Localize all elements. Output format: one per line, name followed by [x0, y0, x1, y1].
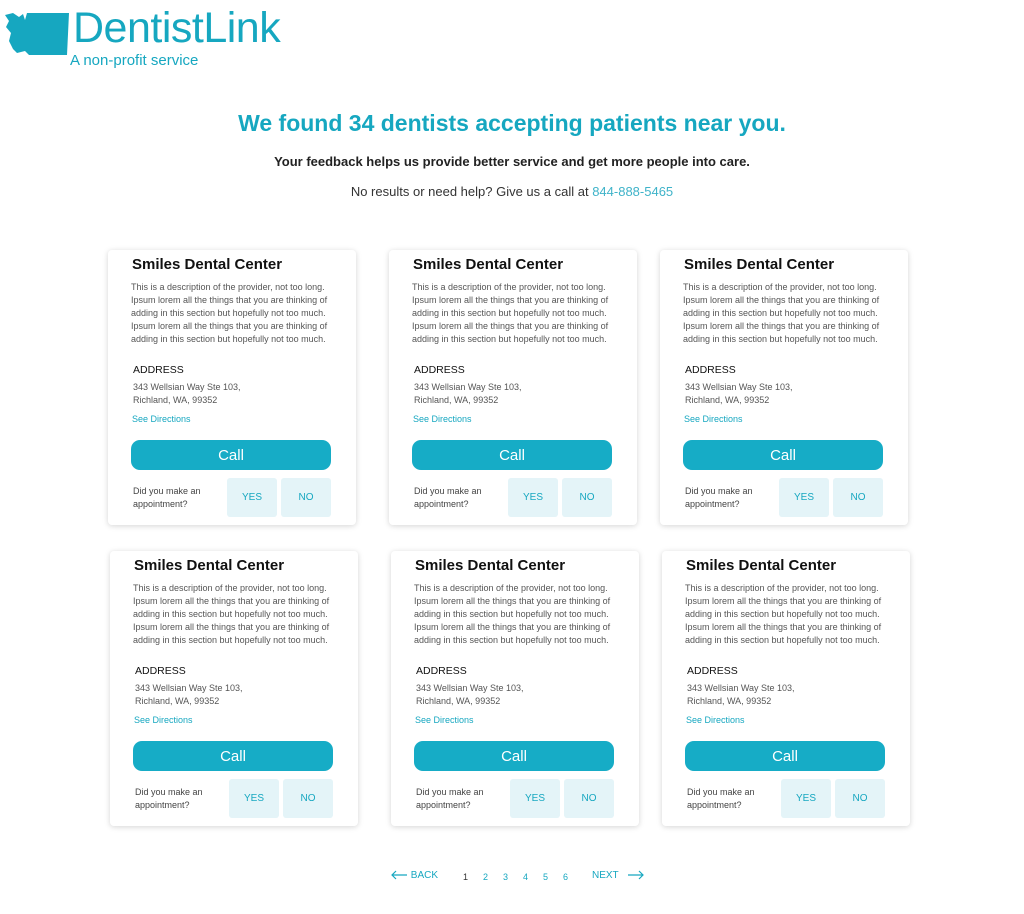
washington-state-icon [5, 13, 69, 55]
address-line-1: 343 Wellsian Way Ste 103, [685, 382, 793, 392]
address-label: ADDRESS [135, 665, 186, 677]
page-link-3[interactable]: 3 [503, 872, 508, 882]
no-button[interactable]: NO [281, 478, 331, 517]
see-directions-link[interactable]: See Directions [684, 414, 743, 424]
brand-tagline: A non-profit service [70, 52, 199, 69]
call-button[interactable]: Call [685, 741, 885, 771]
yes-button[interactable]: YES [781, 779, 831, 818]
provider-name: Smiles Dental Center [686, 557, 837, 574]
address-line-1: 343 Wellsian Way Ste 103, [414, 382, 522, 392]
yes-button[interactable]: YES [227, 478, 277, 517]
provider-name: Smiles Dental Center [413, 256, 564, 273]
see-directions-link[interactable]: See Directions [686, 715, 745, 725]
no-button[interactable]: NO [564, 779, 614, 818]
arrow-right-icon [628, 870, 645, 880]
address-line-2: Richland, WA, 99352 [416, 696, 501, 706]
page-link-2[interactable]: 2 [483, 872, 488, 882]
provider-card: Smiles Dental Center This is a descripti… [389, 250, 637, 525]
no-button[interactable]: NO [562, 478, 612, 517]
yes-button[interactable]: YES [779, 478, 829, 517]
yes-button[interactable]: YES [229, 779, 279, 818]
next-label: NEXT [592, 870, 619, 881]
provider-name: Smiles Dental Center [132, 256, 283, 273]
provider-description: This is a description of the provider, n… [685, 583, 882, 645]
see-directions-link[interactable]: See Directions [413, 414, 472, 424]
help-text: No results or need help? Give us a call … [0, 184, 1024, 199]
call-button[interactable]: Call [414, 741, 614, 771]
page-link-5[interactable]: 5 [543, 872, 548, 882]
address-line-2: Richland, WA, 99352 [414, 395, 499, 405]
provider-card: Smiles Dental Center This is a descripti… [108, 250, 356, 525]
call-button[interactable]: Call [412, 440, 612, 470]
address-line-1: 343 Wellsian Way Ste 103, [133, 382, 241, 392]
no-button[interactable]: NO [283, 779, 333, 818]
yes-button[interactable]: YES [508, 478, 558, 517]
feedback-text: Your feedback helps us provide better se… [274, 154, 750, 169]
address-line-2: Richland, WA, 99352 [133, 395, 218, 405]
logo[interactable]: DentistLink A non-profit service [3, 4, 313, 76]
address-line-2: Richland, WA, 99352 [685, 395, 770, 405]
provider-description: This is a description of the provider, n… [414, 583, 611, 645]
call-button[interactable]: Call [131, 440, 331, 470]
call-button[interactable]: Call [133, 741, 333, 771]
provider-name: Smiles Dental Center [415, 557, 566, 574]
provider-description: This is a description of the provider, n… [131, 282, 328, 344]
address-line-2: Richland, WA, 99352 [135, 696, 220, 706]
yes-button[interactable]: YES [510, 779, 560, 818]
appointment-question: Did you make an appointment? [687, 787, 755, 810]
appointment-question: Did you make an appointment? [416, 787, 484, 810]
brand-name: DentistLink [73, 4, 281, 52]
provider-name: Smiles Dental Center [134, 557, 285, 574]
address-line-1: 343 Wellsian Way Ste 103, [416, 683, 524, 693]
no-button[interactable]: NO [835, 779, 885, 818]
address-label: ADDRESS [687, 665, 738, 677]
arrow-left-icon [391, 870, 407, 880]
provider-card: Smiles Dental Center This is a descripti… [660, 250, 908, 525]
pagination: BACK 1 2 3 4 5 6 NEXT [0, 868, 1024, 888]
address-line-1: 343 Wellsian Way Ste 103, [135, 683, 243, 693]
see-directions-link[interactable]: See Directions [415, 715, 474, 725]
page-link-6[interactable]: 6 [563, 872, 568, 882]
help-label: No results or need help? Give us a call … [350, 184, 589, 199]
appointment-question: Did you make an appointment? [414, 486, 482, 509]
results-headline: We found 34 dentists accepting patients … [238, 110, 786, 136]
back-label: BACK [410, 870, 439, 881]
no-button[interactable]: NO [833, 478, 883, 517]
address-label: ADDRESS [414, 364, 465, 376]
provider-description: This is a description of the provider, n… [133, 583, 330, 645]
provider-name: Smiles Dental Center [684, 256, 835, 273]
see-directions-link[interactable]: See Directions [134, 715, 193, 725]
address-label: ADDRESS [416, 665, 467, 677]
appointment-question: Did you make an appointment? [135, 787, 203, 810]
call-button[interactable]: Call [683, 440, 883, 470]
address-line-1: 343 Wellsian Way Ste 103, [687, 683, 795, 693]
see-directions-link[interactable]: See Directions [132, 414, 191, 424]
address-label: ADDRESS [685, 364, 736, 376]
provider-description: This is a description of the provider, n… [412, 282, 609, 344]
appointment-question: Did you make an appointment? [685, 486, 753, 509]
address-label: ADDRESS [133, 364, 184, 376]
page-link-1[interactable]: 1 [463, 872, 468, 882]
phone-link[interactable]: 844-888-5465 [592, 184, 673, 199]
provider-description: This is a description of the provider, n… [683, 282, 880, 344]
next-button[interactable]: NEXT [592, 870, 645, 881]
page-link-4[interactable]: 4 [523, 872, 528, 882]
provider-card: Smiles Dental Center This is a descripti… [662, 551, 910, 826]
address-line-2: Richland, WA, 99352 [687, 696, 772, 706]
provider-card: Smiles Dental Center This is a descripti… [110, 551, 358, 826]
back-button[interactable]: BACK [390, 870, 438, 881]
provider-card: Smiles Dental Center This is a descripti… [391, 551, 639, 826]
appointment-question: Did you make an appointment? [133, 486, 201, 509]
